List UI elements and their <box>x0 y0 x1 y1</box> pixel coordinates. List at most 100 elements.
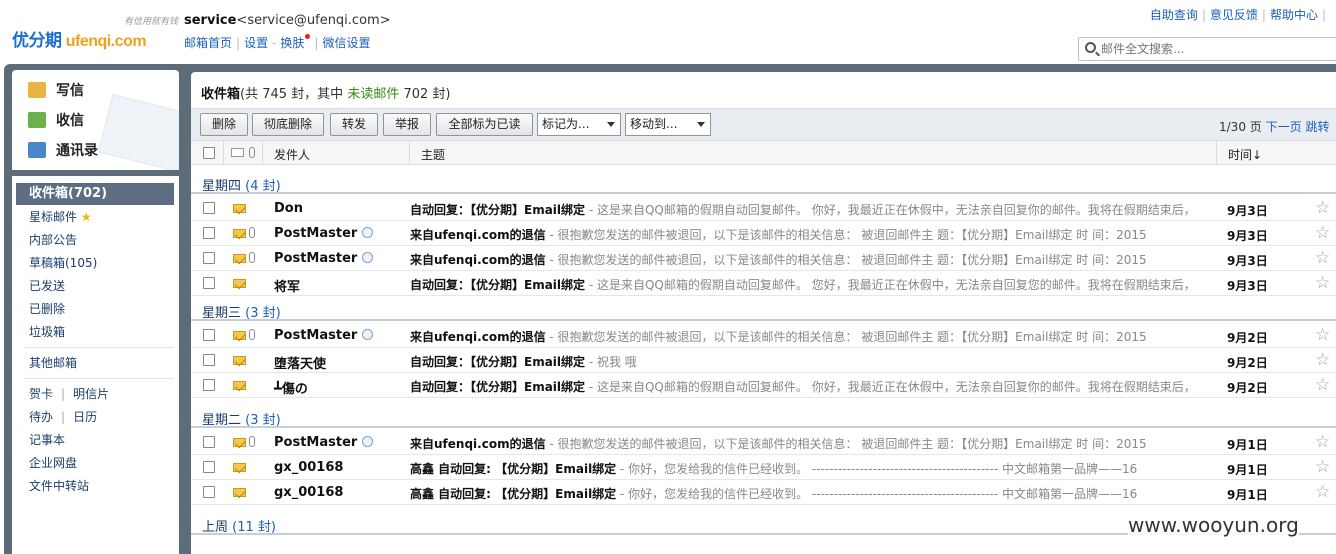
star-toggle-icon[interactable]: ☆ <box>1315 273 1330 293</box>
table-row[interactable]: gx_00168 高鑫 自动回复: 【优分期】Email绑定 - 你好，您发给我的… <box>191 480 1336 505</box>
row-checkbox[interactable] <box>203 277 215 289</box>
table-row[interactable]: Don 自动回复：【优分期】Email绑定 - 这是来自QQ邮箱的假期自动回复邮件… <box>191 196 1336 221</box>
perm-delete-button[interactable]: 彻底删除 <box>252 113 324 136</box>
table-row[interactable]: PostMaster 来自ufenqi.com的退信 - 很抱歉您发送的邮件被退回… <box>191 323 1336 348</box>
subject-column-header[interactable]: 主题 <box>421 146 445 163</box>
link-skin[interactable]: 换肤 <box>280 36 304 50</box>
group-count-link[interactable]: (3 封) <box>245 306 281 321</box>
table-row[interactable]: PostMaster 来自ufenqi.com的退信 - 很抱歉您发送的邮件被退回… <box>191 221 1336 246</box>
search-box[interactable] <box>1078 37 1336 61</box>
download-icon <box>28 112 46 128</box>
delete-button[interactable]: 删除 <box>200 113 248 136</box>
table-row[interactable]: gx_00168 高鑫 自动回复: 【优分期】Email绑定 - 你好，您发给我的… <box>191 455 1336 480</box>
nav-notepad[interactable]: 记事本 <box>16 429 174 451</box>
select-all-checkbox[interactable] <box>203 147 215 159</box>
table-row[interactable]: PostMaster 来自ufenqi.com的退信 - 很抱歉您发送的邮件被退回… <box>191 246 1336 271</box>
nav-other-mailboxes[interactable]: 其他邮箱 <box>16 352 174 374</box>
forward-button[interactable]: 转发 <box>330 113 378 136</box>
nav-netdisk[interactable]: 企业网盘 <box>16 452 174 474</box>
nav-inbox[interactable]: 收件箱(702) <box>16 183 174 205</box>
subject-cell[interactable]: 来自ufenqi.com的退信 - 很抱歉您发送的邮件被退回，以下是该邮件的相关… <box>410 251 1210 268</box>
sender-name[interactable]: PostMaster <box>274 328 374 343</box>
date-cell: 9月2日 <box>1227 331 1268 345</box>
link-settings[interactable]: 设置 <box>244 36 268 50</box>
star-toggle-icon[interactable]: ☆ <box>1315 457 1330 477</box>
group-count-link[interactable]: (3 封) <box>245 413 281 428</box>
sender-name[interactable]: PostMaster <box>274 435 374 450</box>
sender-name[interactable]: PostMaster <box>274 226 374 241</box>
row-checkbox[interactable] <box>203 329 215 341</box>
sender-name[interactable]: gx_00168 <box>274 485 343 500</box>
nav-drafts[interactable]: 草稿箱(105) <box>16 252 174 274</box>
row-checkbox[interactable] <box>203 379 215 391</box>
receive-button[interactable]: 收信 <box>28 108 84 132</box>
attachment-icon <box>249 329 255 340</box>
subject-cell[interactable]: 自动回复：【优分期】Email绑定 - 这是来自QQ邮箱的假期自动回复邮件。 你… <box>410 201 1210 218</box>
nav-postcards[interactable]: 明信片 <box>73 387 109 401</box>
nav-spam[interactable]: 垃圾箱 <box>16 321 174 343</box>
subject-cell[interactable]: 高鑫 自动回复: 【优分期】Email绑定 - 你好，您发给我的信件已经收到。 … <box>410 485 1210 502</box>
group-count-link[interactable]: (4 封) <box>245 179 281 194</box>
time-column-header[interactable]: 时间↓ <box>1228 146 1262 163</box>
subject-cell[interactable]: 高鑫 自动回复: 【优分期】Email绑定 - 你好，您发给我的信件已经收到。 … <box>410 460 1210 477</box>
link-help[interactable]: 帮助中心 <box>1270 8 1318 22</box>
table-row[interactable]: ┻傷の 自动回复：【优分期】Email绑定 - 这是来自QQ邮箱的假期自动回复邮件… <box>191 373 1336 398</box>
subject-cell[interactable]: 来自ufenqi.com的退信 - 很抱歉您发送的邮件被退回，以下是该邮件的相关… <box>410 435 1210 452</box>
star-toggle-icon[interactable]: ☆ <box>1315 248 1330 268</box>
star-toggle-icon[interactable]: ☆ <box>1315 432 1330 452</box>
table-row[interactable]: PostMaster 来自ufenqi.com的退信 - 很抱歉您发送的邮件被退回… <box>191 430 1336 455</box>
link-self-service[interactable]: 自助查询 <box>1150 8 1198 22</box>
unread-mail-icon <box>233 488 246 497</box>
compose-panel: 写信 收信 通讯录 <box>12 70 179 170</box>
nav-announcements[interactable]: 内部公告 <box>16 229 174 251</box>
row-checkbox[interactable] <box>203 252 215 264</box>
subject-cell[interactable]: 自动回复：【优分期】Email绑定 - 这是来自QQ邮箱的假期自动回复邮件。 你… <box>410 378 1210 395</box>
sender-name[interactable]: ┻傷の <box>274 378 308 397</box>
star-toggle-icon[interactable]: ☆ <box>1315 350 1330 370</box>
sender-name[interactable]: gx_00168 <box>274 460 343 475</box>
jump-link[interactable]: 跳转 <box>1305 120 1329 134</box>
next-page-link[interactable]: 下一页 <box>1266 120 1302 134</box>
search-input[interactable] <box>1101 41 1331 57</box>
sender-name[interactable]: 堕落天使 <box>274 353 326 372</box>
sender-name[interactable]: Don <box>274 201 303 216</box>
sender-column-header[interactable]: 发件人 <box>274 146 310 163</box>
divider <box>24 378 174 379</box>
sender-name[interactable]: PostMaster <box>274 251 374 266</box>
subject-cell[interactable]: 来自ufenqi.com的退信 - 很抱歉您发送的邮件被退回，以下是该邮件的相关… <box>410 226 1210 243</box>
row-checkbox[interactable] <box>203 436 215 448</box>
logo[interactable]: 优分期 ufenqi.com <box>12 26 147 51</box>
mark-all-read-button[interactable]: 全部标为已读 <box>436 113 533 136</box>
link-feedback[interactable]: 意见反馈 <box>1210 8 1258 22</box>
nav-calendar[interactable]: 日历 <box>73 410 97 424</box>
row-checkbox[interactable] <box>203 486 215 498</box>
contacts-button[interactable]: 通讯录 <box>28 138 98 162</box>
row-checkbox[interactable] <box>203 354 215 366</box>
star-toggle-icon[interactable]: ☆ <box>1315 375 1330 395</box>
attachment-icon <box>249 147 255 158</box>
subject-cell[interactable]: 自动回复：【优分期】Email绑定 - 这是来自QQ邮箱的假期自动回复邮件。 您… <box>410 276 1210 293</box>
group-count-link[interactable]: (11 封) <box>232 520 276 535</box>
row-checkbox[interactable] <box>203 202 215 214</box>
nav-cards[interactable]: 贺卡 <box>29 387 53 401</box>
row-checkbox[interactable] <box>203 461 215 473</box>
star-toggle-icon[interactable]: ☆ <box>1315 198 1330 218</box>
subject-cell[interactable]: 来自ufenqi.com的退信 - 很抱歉您发送的邮件被退回，以下是该邮件的相关… <box>410 328 1210 345</box>
write-button[interactable]: 写信 <box>28 78 84 102</box>
move-to-select[interactable]: 移动到... <box>625 113 711 136</box>
table-row[interactable]: 堕落天使 自动回复：【优分期】Email绑定 - 祝我 哦 9月2日 ☆ <box>191 348 1336 373</box>
star-toggle-icon[interactable]: ☆ <box>1315 325 1330 345</box>
nav-file-transfer[interactable]: 文件中转站 <box>16 475 174 497</box>
star-toggle-icon[interactable]: ☆ <box>1315 482 1330 502</box>
nav-sent[interactable]: 已发送 <box>16 275 174 297</box>
link-mail-home[interactable]: 邮箱首页 <box>184 36 232 50</box>
link-wechat-settings[interactable]: 微信设置 <box>322 36 370 50</box>
nav-todo[interactable]: 待办 <box>29 410 53 424</box>
row-checkbox[interactable] <box>203 227 215 239</box>
report-button[interactable]: 举报 <box>383 113 431 136</box>
nav-deleted[interactable]: 已删除 <box>16 298 174 320</box>
star-toggle-icon[interactable]: ☆ <box>1315 223 1330 243</box>
mark-as-select[interactable]: 标记为... <box>537 113 621 136</box>
subject-cell[interactable]: 自动回复：【优分期】Email绑定 - 祝我 哦 <box>410 353 1210 370</box>
nav-starred[interactable]: 星标邮件 ★ <box>16 206 174 228</box>
